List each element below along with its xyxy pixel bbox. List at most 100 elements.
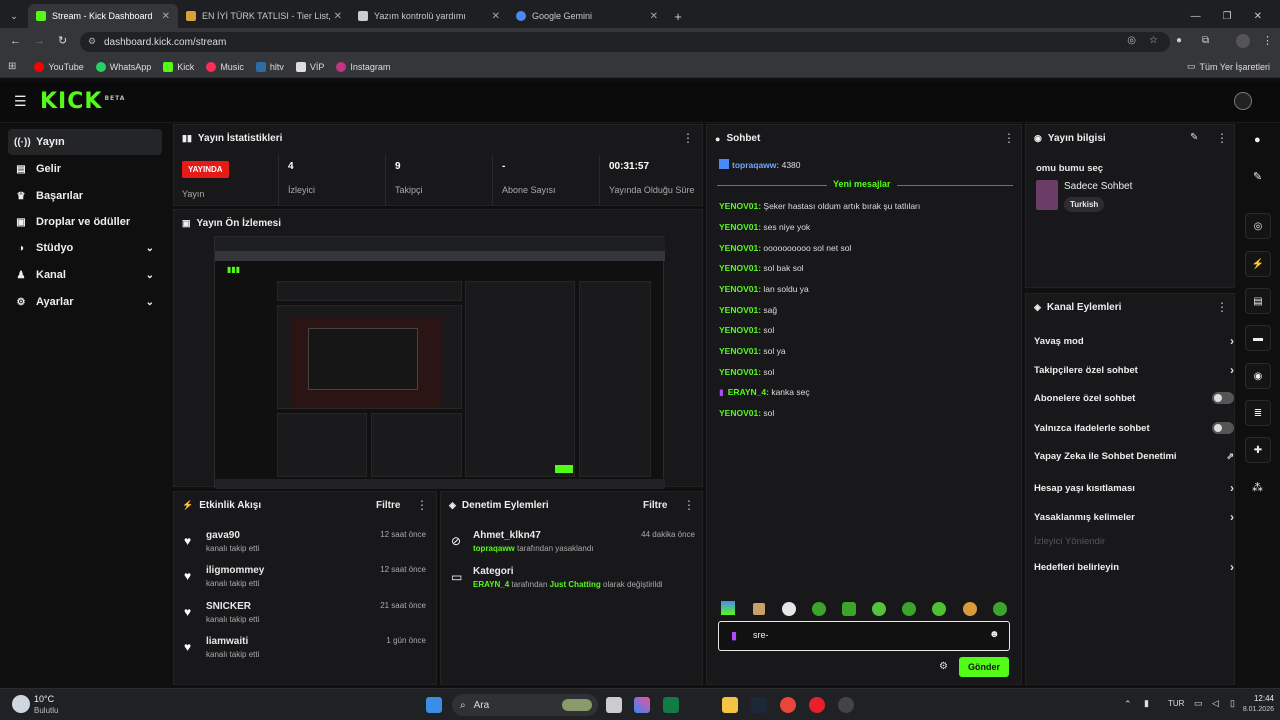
bookmark-vip[interactable]: VİP <box>295 61 324 72</box>
rail-button[interactable]: ◎ <box>1245 213 1271 239</box>
emote-icon[interactable] <box>753 603 765 615</box>
steam-icon[interactable] <box>751 697 767 713</box>
back-icon[interactable]: ← <box>10 35 21 47</box>
emote-icon[interactable] <box>721 601 735 615</box>
chat-input[interactable]: ▮ sre- ☻ <box>718 621 1010 651</box>
menu-icon[interactable]: ⋮ <box>1262 34 1273 47</box>
bookmark-whatsapp[interactable]: WhatsApp <box>95 61 151 72</box>
apps-icon[interactable]: ⊞ <box>8 61 16 72</box>
all-bookmarks[interactable]: ▭ Tüm Yer İşaretleri <box>1187 61 1270 72</box>
action-banned-words[interactable]: Yasaklanmış kelimeler › <box>1034 510 1234 524</box>
clock-time[interactable]: 12:44 <box>1240 694 1274 703</box>
filter-button[interactable]: Filtre <box>643 500 667 511</box>
mic-icon[interactable]: ▮ <box>1144 698 1149 709</box>
taskbar-search[interactable]: ⌕ Ara <box>452 694 598 716</box>
new-tab-button[interactable]: + <box>666 4 690 28</box>
bookmark-instagram[interactable]: Instagram <box>336 61 390 72</box>
forward-icon[interactable]: → <box>34 35 45 47</box>
close-icon[interactable]: ✕ <box>650 11 658 22</box>
bookmark-kick[interactable]: Kick <box>163 61 194 72</box>
opera-icon[interactable] <box>809 697 825 713</box>
bookmark-youtube[interactable]: YouTube <box>34 61 84 72</box>
rail-button[interactable]: ≣ <box>1245 400 1271 426</box>
emote-icon[interactable] <box>842 602 856 616</box>
chat-settings-icon[interactable]: ⚙ <box>939 661 948 672</box>
language-indicator[interactable]: TUR <box>1168 699 1184 708</box>
subscribers-only-toggle[interactable] <box>1212 392 1234 404</box>
copilot-icon[interactable] <box>634 697 650 713</box>
hamburger-icon[interactable]: ☰ <box>14 93 27 110</box>
sidebar-item-studyo[interactable]: ◑ Stüdyo ⌄ <box>8 235 162 261</box>
close-icon[interactable]: ✕ <box>492 11 500 22</box>
more-icon[interactable]: ⋮ <box>416 498 428 512</box>
more-icon[interactable]: ⋮ <box>1216 131 1228 145</box>
emoji-icon[interactable]: ☻ <box>989 629 1000 640</box>
preview-video[interactable]: ▮▮▮ <box>214 236 665 489</box>
tab-spellcheck[interactable]: Yazım kontrolü yardımı ✕ <box>350 4 508 28</box>
url-field[interactable]: ⚙ dashboard.kick.com/stream ◎ ☆ <box>80 32 1170 52</box>
rail-button[interactable]: ✚ <box>1245 437 1271 463</box>
extension-icon[interactable]: ● <box>1176 35 1182 46</box>
info-icon[interactable]: ● <box>1254 134 1261 146</box>
sidebar-item-gelir[interactable]: ▤ Gelir <box>8 156 162 182</box>
eye-off-icon[interactable]: ◎ <box>1127 35 1136 46</box>
tab-gemini[interactable]: Google Gemini ✕ <box>508 4 666 28</box>
emote-icon[interactable] <box>902 602 916 616</box>
chrome-icon[interactable] <box>780 697 796 713</box>
tab-tier-list[interactable]: EN İYİ TÜRK TATLISI - Tier List, ✕ <box>178 4 350 28</box>
window-close-button[interactable]: ✕ <box>1254 11 1262 22</box>
category-name[interactable]: Sadece Sohbet <box>1064 181 1132 192</box>
sidebar-item-droplar[interactable]: ▣ Droplar ve ödüller <box>8 209 162 235</box>
emote-icon[interactable] <box>812 602 826 616</box>
more-icon[interactable]: ⋮ <box>1216 300 1228 314</box>
clock-date[interactable]: 8.01.2026 <box>1226 706 1274 713</box>
category-thumbnail[interactable] <box>1036 180 1058 210</box>
emote-icon[interactable] <box>993 602 1007 616</box>
edit-icon[interactable]: ✎ <box>1190 132 1198 143</box>
sidebar-item-yayin[interactable]: ((·)) Yayın <box>8 129 162 155</box>
puzzle-icon[interactable]: ⧉ <box>1202 35 1209 46</box>
sidebar-item-kanal[interactable]: ♟ Kanal ⌄ <box>8 262 162 288</box>
more-icon[interactable]: ⋮ <box>682 131 694 145</box>
windows-start-icon[interactable] <box>426 697 442 713</box>
emote-icon[interactable] <box>782 602 796 616</box>
filter-button[interactable]: Filtre <box>376 500 400 511</box>
sidebar-item-basarilar[interactable]: ♛ Başarılar <box>8 183 162 209</box>
action-goals[interactable]: Hedefleri belirleyin › <box>1034 560 1234 574</box>
kick-logo[interactable]: KICK BETA <box>40 89 125 114</box>
tab-kick-dashboard[interactable]: Stream - Kick Dashboard ✕ <box>28 4 178 28</box>
file-explorer-icon[interactable] <box>722 697 738 713</box>
action-ai-moderation[interactable]: Yapay Zeka ile Sohbet Denetimi ⇗ <box>1034 451 1234 462</box>
send-button[interactable]: Gönder <box>959 657 1009 677</box>
rail-button[interactable]: ◉ <box>1245 363 1271 389</box>
task-view-icon[interactable] <box>606 697 622 713</box>
profile-avatar[interactable] <box>1236 34 1250 48</box>
app-icon[interactable] <box>838 697 854 713</box>
maximize-button[interactable]: ❐ <box>1223 11 1232 22</box>
volume-icon[interactable]: ◁ <box>1212 698 1219 709</box>
emote-icon[interactable] <box>932 602 946 616</box>
rail-button[interactable]: ▤ <box>1245 288 1271 314</box>
rail-button[interactable]: ▬ <box>1245 325 1271 351</box>
action-account-age[interactable]: Hesap yaşı kısıtlaması › <box>1034 481 1234 495</box>
share-icon[interactable]: ⁂ <box>1252 481 1263 494</box>
emote-icon[interactable] <box>963 602 977 616</box>
chevron-up-icon[interactable]: ⌃ <box>1124 699 1132 710</box>
minimize-button[interactable]: — <box>1191 11 1201 22</box>
sidebar-item-ayarlar[interactable]: ⚙ Ayarlar ⌄ <box>8 289 162 315</box>
rail-button[interactable]: ⚡ <box>1245 251 1271 277</box>
more-icon[interactable]: ⋮ <box>1003 131 1015 145</box>
site-info-icon[interactable]: ⚙ <box>88 36 96 47</box>
network-icon[interactable]: ▭ <box>1194 698 1203 709</box>
more-icon[interactable]: ⋮ <box>683 498 695 512</box>
action-slow-mode[interactable]: Yavaş mod › <box>1034 334 1234 348</box>
bookmark-hltv[interactable]: hltv <box>255 61 284 72</box>
emotes-only-toggle[interactable] <box>1212 422 1234 434</box>
action-followers-only[interactable]: Takipçilere özel sohbet › <box>1034 363 1234 377</box>
star-icon[interactable]: ☆ <box>1149 35 1158 46</box>
user-avatar[interactable] <box>1234 92 1252 110</box>
tab-search-icon[interactable]: ⌄ <box>0 4 28 28</box>
emote-icon[interactable] <box>872 602 886 616</box>
reload-icon[interactable]: ↻ <box>58 34 67 47</box>
excel-icon[interactable] <box>663 697 679 713</box>
